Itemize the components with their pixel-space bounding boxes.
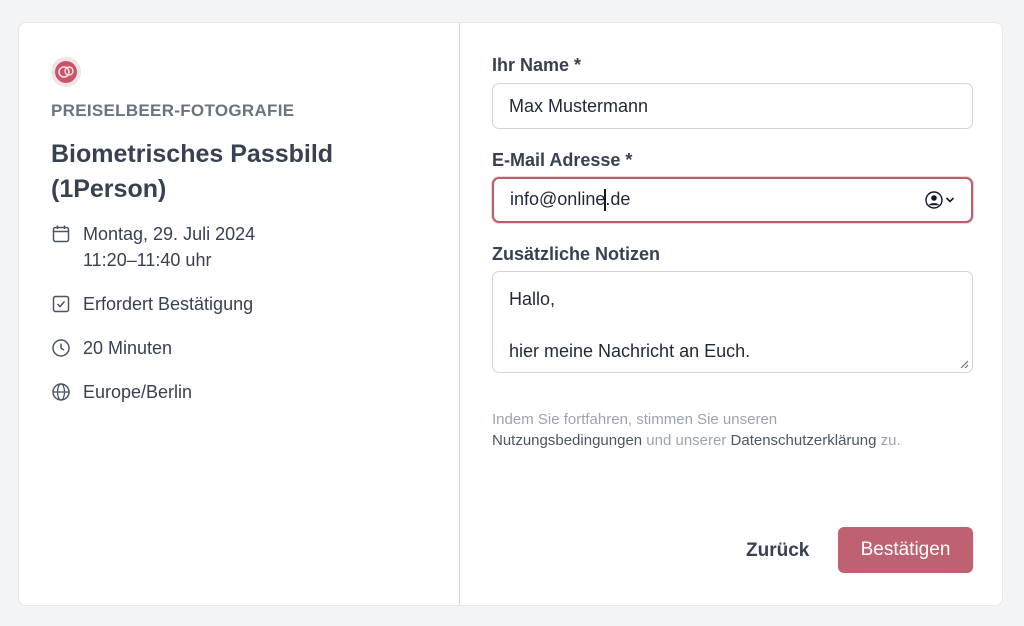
confirm-button[interactable]: Bestätigen <box>838 527 973 573</box>
event-date-time: Montag, 29. Juli 2024 11:20–11:40 uhr <box>51 221 459 273</box>
legal-text-2: und unserer <box>642 432 731 449</box>
event-date: Montag, 29. Juli 2024 <box>83 224 256 244</box>
name-label: Ihr Name * <box>492 55 582 75</box>
name-input[interactable]: Max Mustermann <box>492 83 973 129</box>
event-timezone: Europe/Berlin <box>51 379 459 405</box>
camera-logo-icon <box>55 61 77 83</box>
chevron-down-icon <box>945 197 955 203</box>
booking-card: PREISELBEER-FOTOGRAFIE Biometrisches Pas… <box>18 22 1003 606</box>
event-confirmation: Erfordert Bestätigung <box>51 291 459 317</box>
clock-icon <box>52 339 70 357</box>
notes-line-2: hier meine Nachricht an Euch. <box>509 341 751 361</box>
terms-link[interactable]: Nutzungsbedingungen <box>492 432 642 449</box>
brand-name: PREISELBEER-FOTOGRAFIE <box>51 101 295 120</box>
event-title: Biometrisches Passbild (1Person) <box>51 140 334 203</box>
duration-text: 20 Minuten <box>83 338 173 358</box>
legal-text-3: zu. <box>876 432 901 449</box>
notes-line-1: Hallo, <box>509 289 556 309</box>
name-value: Max Mustermann <box>509 95 649 116</box>
legal-text-1: Indem Sie fortfahren, stimmen Sie unsere… <box>492 411 778 428</box>
confirmation-text: Erfordert Bestätigung <box>83 294 254 314</box>
event-details-panel: PREISELBEER-FOTOGRAFIE Biometrisches Pas… <box>19 23 460 605</box>
back-button[interactable]: Zurück <box>746 540 809 562</box>
notes-label: Zusätzliche Notizen <box>492 244 661 264</box>
brand-logo <box>51 57 81 87</box>
booking-form: Ihr Name * Max Mustermann E-Mail Adresse… <box>460 23 1002 605</box>
legal-notice: Indem Sie fortfahren, stimmen Sie unsere… <box>492 409 972 451</box>
checkbox-icon <box>52 295 70 313</box>
contact-card-icon <box>925 191 943 209</box>
timezone-text: Europe/Berlin <box>83 382 193 402</box>
calendar-icon <box>52 225 70 243</box>
event-time: 11:20–11:40 uhr <box>83 250 212 270</box>
email-value: info@online.de <box>510 189 630 212</box>
email-input[interactable]: info@online.de <box>492 177 973 223</box>
event-duration: 20 Minuten <box>51 335 459 361</box>
privacy-link[interactable]: Datenschutzerklärung <box>731 432 877 449</box>
notes-textarea[interactable]: Hallo, hier meine Nachricht an Euch. <box>492 271 973 373</box>
globe-icon <box>52 383 70 401</box>
email-label: E-Mail Adresse * <box>492 150 633 170</box>
resize-handle-icon[interactable] <box>959 359 969 369</box>
autofill-contact-button[interactable] <box>925 191 955 209</box>
